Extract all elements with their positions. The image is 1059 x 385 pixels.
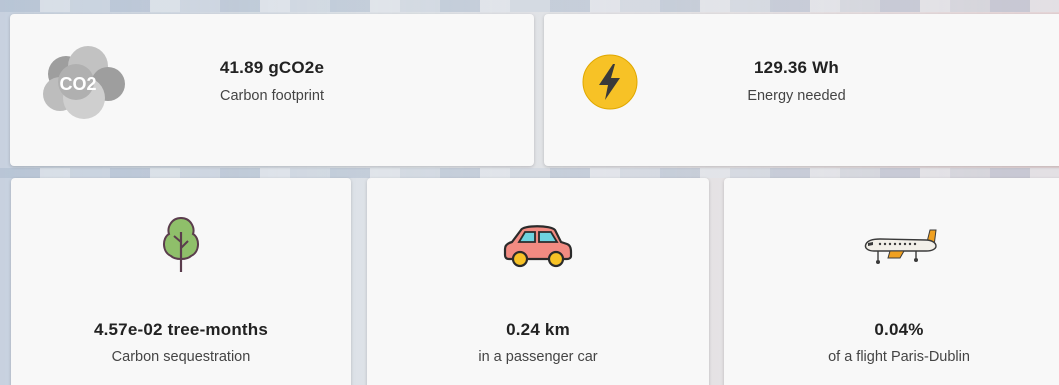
energy-needed-label: Energy needed	[747, 88, 846, 104]
tree-icon	[163, 216, 199, 272]
carbon-sequestration-label: Carbon sequestration	[111, 349, 251, 365]
background-stripe-middle	[0, 168, 1059, 178]
flight-percentage-value: 0.04%	[874, 320, 924, 339]
car-text-block: 0.24 km in a passenger car	[367, 320, 709, 365]
passenger-car-card: 0.24 km in a passenger car	[367, 178, 709, 385]
tree-text-block: 4.57e-02 tree-months Carbon sequestratio…	[11, 320, 351, 365]
car-distance-value: 0.24 km	[506, 320, 570, 339]
passenger-car-label: in a passenger car	[478, 349, 598, 365]
flight-paris-dublin-label: of a flight Paris-Dublin	[828, 349, 970, 365]
carbon-sequestration-card: 4.57e-02 tree-months Carbon sequestratio…	[11, 178, 351, 385]
background-stripe-top	[0, 0, 1059, 12]
energy-text-block: 129.36 Wh Energy needed	[544, 58, 1059, 104]
tree-months-value: 4.57e-02 tree-months	[93, 320, 269, 339]
flight-card: 0.04% of a flight Paris-Dublin	[724, 178, 1059, 385]
carbon-footprint-card: CO2 41.89 gCO2e Carbon footprint	[10, 14, 534, 166]
carbon-footprint-label: Carbon footprint	[220, 88, 324, 104]
flight-text-block: 0.04% of a flight Paris-Dublin	[724, 320, 1059, 365]
car-icon	[503, 225, 573, 268]
energy-needed-card: 129.36 Wh Energy needed	[544, 14, 1059, 166]
airplane-icon	[864, 229, 937, 264]
carbon-footprint-value: 41.89 gCO2e	[219, 58, 325, 77]
energy-needed-value: 129.36 Wh	[754, 58, 839, 77]
carbon-text-block: 41.89 gCO2e Carbon footprint	[10, 58, 534, 104]
